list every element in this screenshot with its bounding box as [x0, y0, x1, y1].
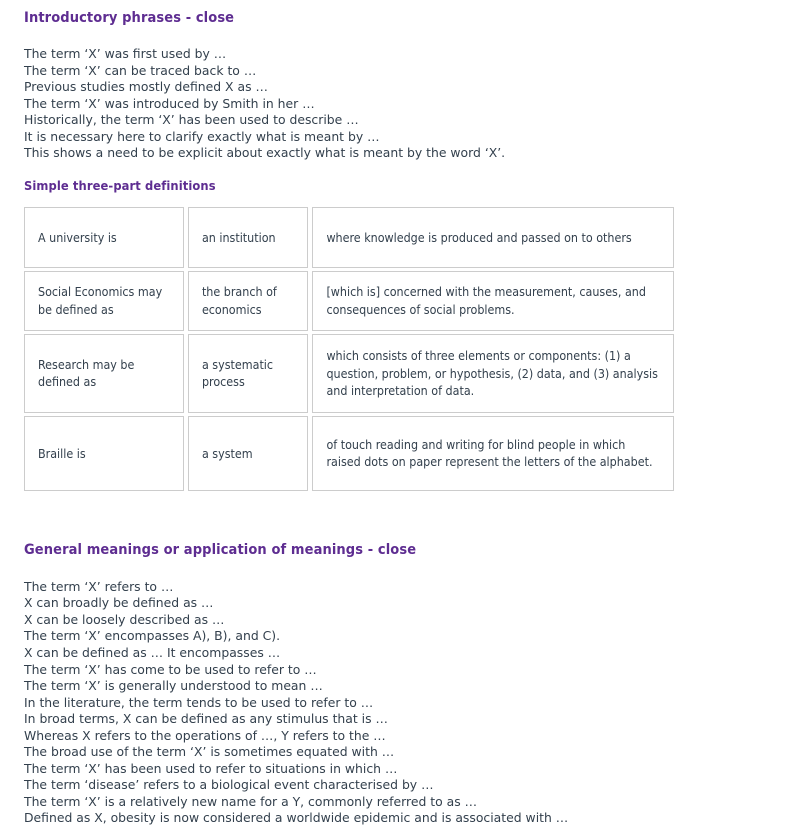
- table-cell-subject: A university is: [24, 206, 184, 268]
- list-item: The term ‘X’ can be traced back to …: [24, 62, 257, 78]
- list-item: In the literature, the term tends to be …: [24, 694, 374, 710]
- table-cell-subject: Braille is: [24, 415, 184, 491]
- table-cell-detail: which consists of three elements or comp…: [312, 333, 674, 413]
- list-item: Defined as X, obesity is now considered …: [24, 810, 569, 826]
- spacer-before-general-meanings: [24, 494, 809, 541]
- list-item: In broad terms, X can be defined as any …: [24, 711, 388, 727]
- list-item: The term ‘X’ has been used to refer to s…: [24, 760, 398, 776]
- list-item: The term ‘X’ has come to be used to refe…: [24, 661, 317, 677]
- list-item: Whereas X refers to the operations of …,…: [24, 727, 386, 743]
- table-cell-verb: a system: [187, 415, 309, 491]
- phrasebank-page: Introductory phrases - close The term ‘X…: [0, 0, 809, 825]
- table-row: Braille is a system of touch reading and…: [24, 415, 674, 491]
- spacer-intro-heading: [24, 27, 809, 46]
- list-item: The term ‘disease’ refers to a biologica…: [24, 777, 434, 793]
- list-item: The term ‘X’ is a relatively new name fo…: [24, 793, 478, 809]
- table-cell-subject: Social Economics may be defined as: [24, 270, 184, 331]
- list-item: The term ‘X’ encompasses A), B), and C).: [24, 628, 281, 644]
- list-item: X can be loosely described as …: [24, 611, 225, 627]
- top-spacer: [24, 0, 809, 9]
- spacer-general-heading: [24, 559, 809, 579]
- list-item: The term ‘X’ was introduced by Smith in …: [24, 95, 315, 111]
- list-item: X can be defined as … It encompasses …: [24, 645, 281, 661]
- list-item: X can broadly be defined as …: [24, 595, 214, 611]
- spacer-before-table: [24, 195, 809, 204]
- table-row: Social Economics may be defined as the b…: [24, 270, 674, 331]
- table-cell-verb: a systematic process: [187, 333, 309, 413]
- three-part-definitions-table: A university is an institution where kno…: [20, 204, 678, 494]
- list-item: The broad use of the term ‘X’ is sometim…: [24, 744, 395, 760]
- list-item: The term ‘X’ was first used by …: [24, 46, 227, 61]
- table-row: A university is an institution where kno…: [24, 206, 674, 268]
- table-cell-verb: the branch of economics: [187, 270, 309, 331]
- section-heading-general-meanings: General meanings or application of meani…: [24, 541, 417, 558]
- section-heading-introductory-phrases: Introductory phrases - close: [24, 10, 235, 26]
- table-cell-detail: [which is] concerned with the measuremen…: [312, 270, 674, 331]
- list-item: Previous studies mostly defined X as …: [24, 79, 268, 95]
- list-item: Historically, the term ‘X’ has been used…: [24, 112, 359, 128]
- table-row: Research may be defined as a systematic …: [24, 333, 674, 413]
- list-item: The term ‘X’ refers to …: [24, 578, 174, 594]
- intro-phrase-list: The term ‘X’ was first used by … The ter…: [24, 46, 809, 162]
- list-item: It is necessary here to clarify exactly …: [24, 128, 380, 144]
- table-cell-subject: Research may be defined as: [24, 333, 184, 413]
- list-item: The term ‘X’ is generally understood to …: [24, 678, 323, 694]
- spacer-before-three-part: [24, 162, 809, 179]
- general-meanings-phrase-list: The term ‘X’ refers to … X can broadly b…: [24, 579, 809, 827]
- table-cell-verb: an institution: [187, 206, 309, 268]
- section-heading-simple-three-part-definitions: Simple three-part definitions: [24, 178, 216, 194]
- list-item: This shows a need to be explicit about e…: [24, 145, 506, 161]
- table-cell-detail: of touch reading and writing for blind p…: [312, 415, 674, 491]
- table-cell-detail: where knowledge is produced and passed o…: [312, 206, 674, 268]
